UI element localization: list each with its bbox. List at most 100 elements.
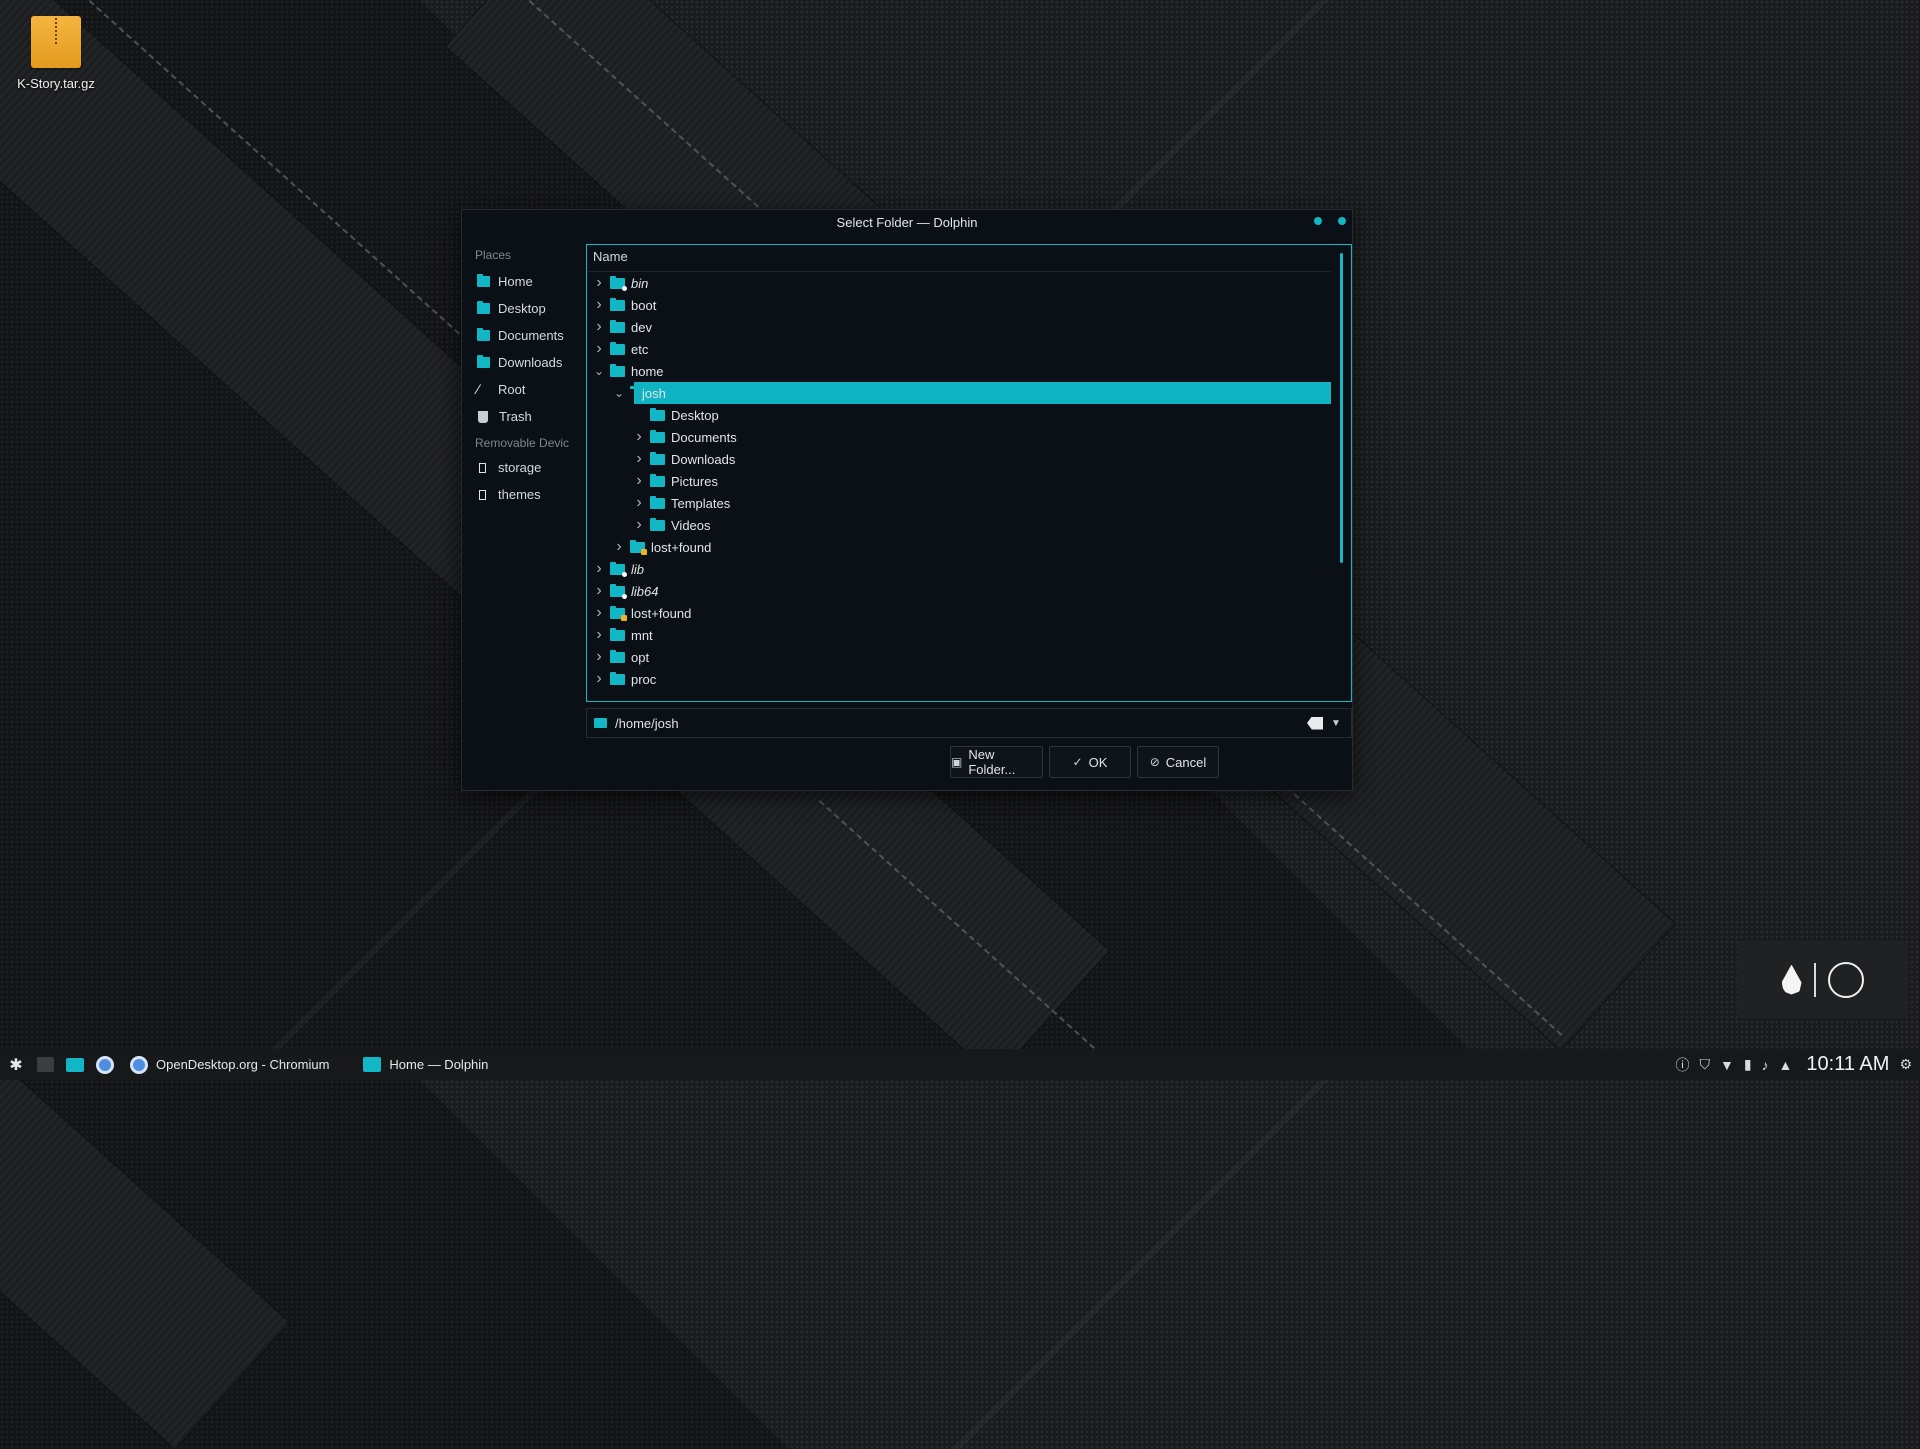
folder-home-icon <box>477 274 490 287</box>
wallpaper-band <box>0 720 289 1449</box>
chevron-right-icon[interactable]: › <box>592 648 606 666</box>
tree-row[interactable]: ⌄ josh <box>587 382 1351 404</box>
tree-row[interactable]: › lost+found <box>587 602 1351 624</box>
chevron-right-icon[interactable]: › <box>632 516 646 534</box>
place-trash[interactable]: Trash <box>462 403 580 430</box>
tree-row[interactable]: › Pictures <box>587 470 1351 492</box>
chevron-right-icon[interactable]: › <box>632 472 646 490</box>
chevron-up-icon[interactable]: ▲ <box>1779 1057 1793 1073</box>
tree-row[interactable]: › Downloads <box>587 448 1351 470</box>
desktop-file-k-story[interactable]: K-Story.tar.gz <box>12 16 100 91</box>
chevron-right-icon[interactable]: › <box>592 296 606 314</box>
folder-downloads-icon <box>477 355 490 368</box>
chromium-launcher[interactable] <box>90 1049 120 1080</box>
chevron-down-icon[interactable]: ⌄ <box>592 364 606 378</box>
tree-row-label: Documents <box>671 429 737 445</box>
shield-icon[interactable]: ⛉ <box>1699 1056 1710 1073</box>
tree-row-label: josh <box>642 385 666 401</box>
new-folder-button[interactable]: ▣ New Folder... <box>950 746 1043 778</box>
tree-row[interactable]: › Documents <box>587 426 1351 448</box>
usb-drive-icon <box>479 489 486 500</box>
tree-row[interactable]: ⌄ home <box>587 360 1351 382</box>
place-root[interactable]: ∕ Root <box>462 376 580 403</box>
folder-icon <box>66 1057 84 1072</box>
minimize-button[interactable] <box>1314 217 1322 225</box>
tree-row-label: lost+found <box>631 605 692 621</box>
place-label: Home <box>498 274 533 289</box>
place-home[interactable]: Home <box>462 268 580 295</box>
place-desktop[interactable]: Desktop <box>462 295 580 322</box>
folder-documents-icon <box>477 328 490 341</box>
close-button[interactable] <box>1338 217 1346 225</box>
cancel-icon: ⊘ <box>1149 755 1160 769</box>
chevron-right-icon[interactable]: › <box>592 560 606 578</box>
tree-row[interactable]: › lost+found <box>587 536 1351 558</box>
tree-row[interactable]: › etc <box>587 338 1351 360</box>
chevron-down-icon[interactable]: ⌄ <box>612 386 626 400</box>
tree-row[interactable]: › lib64 <box>587 580 1351 602</box>
chevron-right-icon[interactable]: › <box>592 670 606 688</box>
tree-row-label: boot <box>631 297 657 313</box>
chevron-right-icon[interactable]: › <box>592 318 606 336</box>
folder-icon <box>610 649 625 663</box>
path-input[interactable] <box>613 714 1307 732</box>
tree-row[interactable]: › dev <box>587 316 1351 338</box>
chevron-down-icon[interactable]: ▼ <box>1331 718 1343 729</box>
info-icon[interactable]: ⓘ <box>1675 1055 1689 1075</box>
chevron-right-icon[interactable]: › <box>592 626 606 644</box>
device-themes[interactable]: themes <box>462 481 580 508</box>
tree-row[interactable]: › boot <box>587 294 1351 316</box>
task-label: OpenDesktop.org - Chromium <box>156 1057 330 1072</box>
tree-row[interactable]: › mnt <box>587 624 1351 646</box>
ok-button[interactable]: ✓ OK <box>1049 746 1131 778</box>
chromium-icon <box>96 1055 114 1074</box>
chevron-right-icon[interactable]: › <box>592 340 606 358</box>
chevron-right-icon[interactable]: › <box>592 582 606 600</box>
tree-row[interactable]: › Videos <box>587 514 1351 536</box>
place-documents[interactable]: Documents <box>462 322 580 349</box>
chevron-right-icon[interactable]: › <box>612 538 626 556</box>
folder-icon <box>630 539 647 555</box>
tree-row[interactable]: Desktop <box>587 404 1351 426</box>
task-chromium[interactable]: OpenDesktop.org - Chromium <box>120 1049 339 1080</box>
tree-row[interactable]: › proc <box>587 668 1351 690</box>
dolphin-launcher[interactable] <box>60 1049 90 1080</box>
circle-icon[interactable] <box>1827 961 1864 998</box>
chevron-right-icon[interactable]: › <box>632 450 646 468</box>
tree-row[interactable]: › lib <box>587 558 1351 580</box>
tree-row-label: dev <box>631 319 652 335</box>
tree-row[interactable]: › opt <box>587 646 1351 668</box>
tree-scrollbar[interactable] <box>1340 253 1343 563</box>
tree-column-header-name[interactable]: Name <box>587 245 1331 272</box>
tree-row-label: Downloads <box>671 451 736 467</box>
chevron-right-icon[interactable]: › <box>592 604 606 622</box>
tree-row[interactable]: › bin <box>587 272 1351 294</box>
device-storage[interactable]: storage <box>462 454 580 481</box>
folder-icon <box>650 451 665 465</box>
cancel-button[interactable]: ⊘ Cancel <box>1137 746 1219 778</box>
konsole-launcher[interactable] <box>30 1049 60 1080</box>
dolphin-folder-icon <box>363 1057 382 1072</box>
clear-text-icon[interactable] <box>1307 716 1323 730</box>
task-dolphin-folder[interactable]: Home — Dolphin <box>353 1049 498 1080</box>
dialog-titlebar[interactable]: Select Folder — Dolphin <box>462 210 1352 244</box>
tree-row-label: etc <box>631 341 649 357</box>
battery-icon[interactable]: ▮ <box>1744 1056 1752 1073</box>
chevron-right-icon[interactable]: › <box>632 428 646 446</box>
volume-icon[interactable]: ♪ <box>1762 1057 1769 1073</box>
chevron-right-icon[interactable]: › <box>632 494 646 512</box>
place-downloads[interactable]: Downloads <box>462 349 580 376</box>
folder-icon <box>610 583 627 599</box>
tree-row-label: mnt <box>631 627 653 643</box>
clock[interactable]: 10:11 AM <box>1806 1053 1889 1076</box>
chevron-right-icon[interactable]: › <box>592 274 606 292</box>
folder-icon <box>610 671 625 685</box>
application-launcher[interactable]: ✱ <box>2 1049 30 1080</box>
place-label: themes <box>498 487 541 502</box>
gear-icon[interactable]: ⚙ <box>1899 1056 1912 1073</box>
droplet-icon[interactable] <box>1781 964 1802 995</box>
folder-tree[interactable]: Name › bin › boot › dev › etc ⌄ home ⌄ josh Desktop ›… <box>586 244 1352 702</box>
tree-row[interactable]: › Templates <box>587 492 1351 514</box>
path-field[interactable]: ▼ <box>586 708 1352 738</box>
wifi-icon[interactable]: ▼ <box>1720 1057 1734 1073</box>
